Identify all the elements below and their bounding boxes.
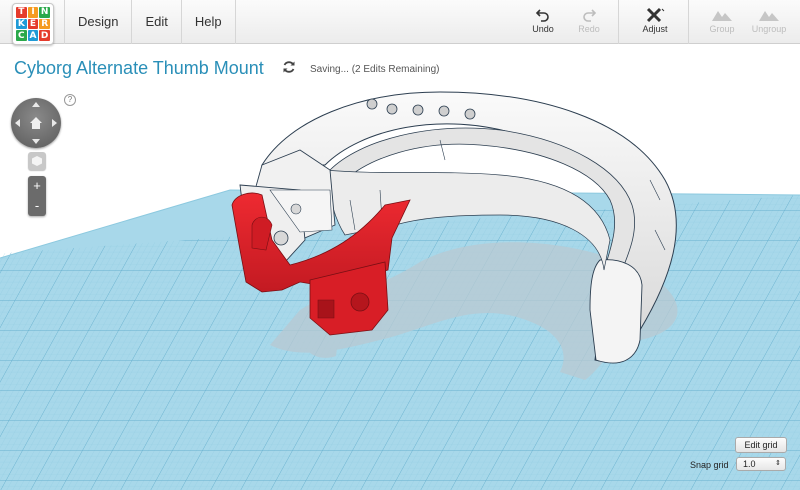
help-icon[interactable]: ? [64,94,76,106]
redo-icon [581,6,597,24]
workplane-viewport[interactable] [0,90,800,490]
ungroup-label: Ungroup [751,24,787,34]
zoom-out-button[interactable]: - [28,196,46,216]
page-title[interactable]: Cyborg Alternate Thumb Mount [14,58,264,79]
menu-design[interactable]: Design [64,0,131,44]
zoom-control: + - [28,176,46,216]
menu-help[interactable]: Help [180,0,236,44]
logo-letter: C [16,30,27,41]
logo-letter: R [39,18,50,30]
toolbar-divider [618,0,619,44]
logo-letter: A [27,30,39,41]
pan-left-icon[interactable] [15,119,20,127]
redo-label: Redo [578,24,600,34]
pan-down-icon[interactable] [32,139,40,144]
group-icon [711,6,733,24]
group-button[interactable]: Group [699,6,745,38]
undo-icon [535,6,551,24]
menu-edit[interactable]: Edit [131,0,180,44]
logo-letter: E [27,18,39,30]
home-icon[interactable] [28,115,44,131]
view-navigation-control[interactable] [11,98,61,148]
snap-grid-label: Snap grid [690,460,729,470]
logo-letter: K [16,18,27,30]
workplane-canvas[interactable] [0,90,800,490]
grid-plane[interactable] [0,188,800,490]
ortho-view-icon[interactable] [28,152,46,170]
refresh-icon[interactable] [282,60,298,76]
snap-grid-value: 1.0 [743,459,756,469]
snap-grid-select[interactable]: 1.0 ⇕ [736,457,786,471]
undo-label: Undo [532,24,554,34]
undo-button[interactable]: Undo [520,6,566,38]
pan-right-icon[interactable] [52,119,57,127]
ungroup-icon [758,6,780,24]
adjust-button[interactable]: Adjust [632,6,678,38]
wrench-ruler-icon [645,6,665,24]
logo-letter: T [16,7,27,18]
adjust-label: Adjust [642,24,668,34]
top-toolbar: T I N K E R C A D Design Edit Help Undo … [0,0,800,45]
tinkercad-logo[interactable]: T I N K E R C A D [12,3,54,45]
logo-letter: I [27,7,39,18]
group-label: Group [709,24,735,34]
main-menu: Design Edit Help [64,0,236,44]
zoom-in-button[interactable]: + [28,176,46,196]
edit-grid-button[interactable]: Edit grid [735,437,787,453]
save-status: Saving... (2 Edits Remaining) [310,64,440,75]
redo-button[interactable]: Redo [566,6,612,38]
logo-letter: D [39,30,50,41]
toolbar-divider [688,0,689,44]
pan-up-icon[interactable] [32,102,40,107]
ungroup-button[interactable]: Ungroup [746,6,792,38]
chevron-updown-icon: ⇕ [775,460,781,467]
logo-letter: N [39,7,50,18]
